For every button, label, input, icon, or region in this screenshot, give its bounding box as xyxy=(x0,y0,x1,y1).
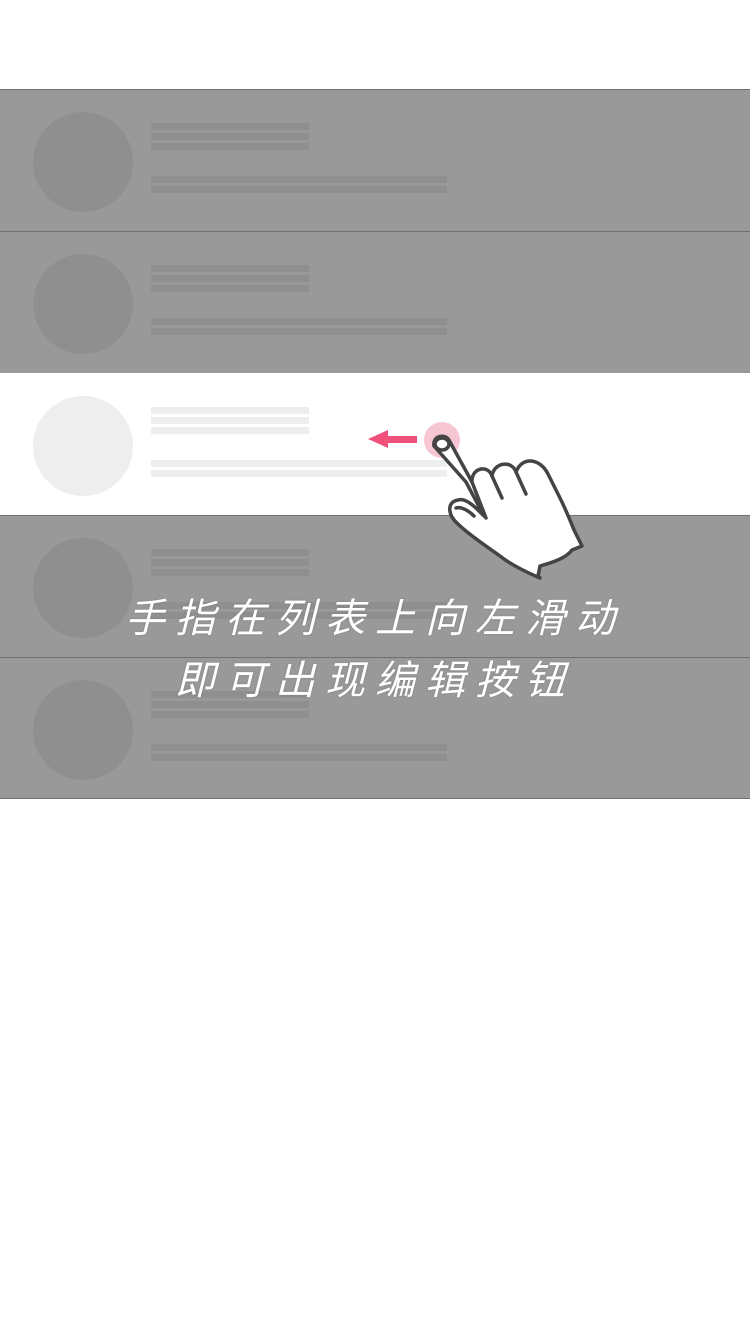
avatar-placeholder xyxy=(33,254,133,354)
title-placeholder xyxy=(151,265,309,272)
list-item xyxy=(0,231,750,373)
avatar-placeholder xyxy=(33,396,133,496)
title-placeholder xyxy=(151,275,309,282)
title-placeholder xyxy=(151,133,309,140)
swipe-hint-text: 手指在列表上向左滑动 即可出现编辑按钮 xyxy=(0,588,750,712)
title-placeholder xyxy=(151,285,309,292)
subtitle-placeholder xyxy=(151,744,447,751)
title-placeholder xyxy=(151,417,309,424)
subtitle-placeholder xyxy=(151,176,447,183)
title-placeholder xyxy=(151,427,309,434)
title-placeholder xyxy=(151,559,309,566)
title-placeholder xyxy=(151,143,309,150)
hint-line-1: 手指在列表上向左滑动 xyxy=(125,596,625,642)
arrow-left-icon xyxy=(368,430,417,448)
avatar-placeholder xyxy=(33,112,133,212)
swipe-tutorial-screen: 手指在列表上向左滑动 即可出现编辑按钮 xyxy=(0,0,750,1334)
subtitle-placeholder xyxy=(151,318,447,325)
top-bar xyxy=(0,0,750,89)
hint-line-2: 即可出现编辑按钮 xyxy=(175,658,575,704)
title-placeholder xyxy=(151,407,309,414)
subtitle-placeholder xyxy=(151,186,447,193)
subtitle-placeholder xyxy=(151,754,447,761)
title-placeholder xyxy=(151,549,309,556)
list-item xyxy=(0,89,750,231)
swipe-left-hand-icon xyxy=(368,422,584,580)
title-placeholder xyxy=(151,569,309,576)
subtitle-placeholder xyxy=(151,328,447,335)
title-placeholder xyxy=(151,123,309,130)
title-placeholder xyxy=(151,711,309,718)
hand-icon xyxy=(432,434,584,580)
